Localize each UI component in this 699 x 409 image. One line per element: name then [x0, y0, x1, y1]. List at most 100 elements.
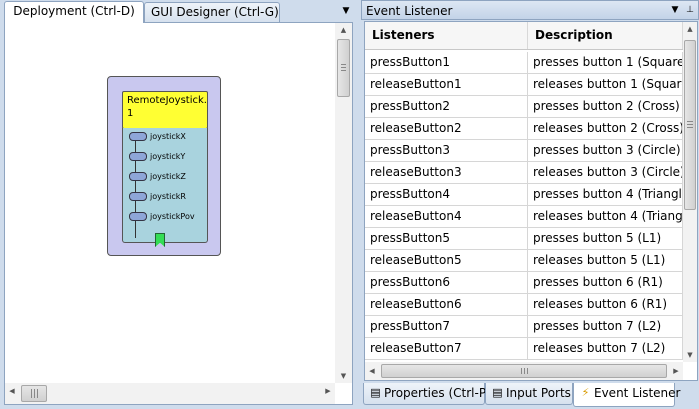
- remote-joystick-module[interactable]: RemoteJoystick. 1 joystickX joystickY jo…: [107, 76, 221, 256]
- port-label-joystickr: joystickR: [150, 192, 186, 201]
- tab-label: Properties (Ctrl-P): [384, 386, 491, 400]
- grip-icon: [341, 64, 346, 65]
- port-joysticky[interactable]: [129, 152, 147, 161]
- pin-icon[interactable]: ⊥: [684, 4, 696, 16]
- port-connector-line: [135, 134, 136, 238]
- port-joystickr[interactable]: [129, 192, 147, 201]
- listener-cell: releaseButton5: [365, 250, 528, 271]
- description-cell: releases button 1 (Square): [528, 74, 683, 95]
- description-cell: releases button 6 (R1): [528, 294, 683, 315]
- panel-title: Event Listener: [366, 4, 453, 18]
- listener-cell: pressButton3: [365, 140, 528, 161]
- scroll-right-icon[interactable]: ▶: [669, 362, 683, 380]
- column-header-description[interactable]: Description: [528, 22, 683, 49]
- properties-icon: ▤: [370, 386, 381, 399]
- listener-cell: pressButton7: [365, 316, 528, 337]
- event-trigger-port[interactable]: [155, 233, 165, 247]
- canvas-vertical-scroll-thumb[interactable]: [337, 39, 350, 97]
- tab-properties[interactable]: ▤ Properties (Ctrl-P): [363, 383, 491, 405]
- deployment-canvas[interactable]: RemoteJoystick. 1 joystickX joystickY jo…: [5, 23, 335, 383]
- tab-deployment[interactable]: Deployment (Ctrl-D): [4, 1, 144, 23]
- description-cell: presses button 4 (Triangle): [528, 184, 683, 205]
- description-cell: presses button 3 (Circle): [528, 140, 683, 161]
- grip-icon: [31, 389, 32, 398]
- table-row[interactable]: pressButton3 presses button 3 (Circle): [365, 140, 683, 162]
- document-tab-strip: Deployment (Ctrl-D) GUI Designer (Ctrl-G…: [0, 0, 357, 23]
- table-row[interactable]: releaseButton5 releases button 5 (L1): [365, 250, 683, 272]
- grip-icon: [37, 389, 38, 398]
- bottom-tab-strip: ▤ Properties (Ctrl-P) ▤ Input Ports ⚡ Ev…: [361, 383, 699, 409]
- event-listener-panel: Event Listener ▼ ⊥ Listeners Description…: [361, 0, 699, 409]
- table-vertical-scrollbar[interactable]: ▲ ▼: [683, 22, 697, 362]
- table-row[interactable]: pressButton5 presses button 5 (L1): [365, 228, 683, 250]
- tab-label: Input Ports: [506, 386, 571, 400]
- port-label-joystickpov: joystickPov: [150, 212, 195, 221]
- table-row[interactable]: releaseButton2 releases button 2 (Cross): [365, 118, 683, 140]
- table-row[interactable]: pressButton6 presses button 6 (R1): [365, 272, 683, 294]
- listener-cell: pressButton4: [365, 184, 528, 205]
- table-row[interactable]: pressButton4 presses button 4 (Triangle): [365, 184, 683, 206]
- description-cell: releases button 4 (Triangle): [528, 206, 683, 227]
- table-row[interactable]: releaseButton3 releases button 3 (Circle…: [365, 162, 683, 184]
- scroll-down-icon[interactable]: ▼: [335, 369, 352, 383]
- table-row[interactable]: pressButton1 presses button 1 (Square): [365, 52, 683, 74]
- listener-cell: pressButton6: [365, 272, 528, 293]
- event-listener-table: Listeners Description pressButton1 press…: [364, 21, 698, 381]
- grip-icon: [34, 389, 35, 398]
- grip-icon: [524, 368, 525, 374]
- canvas-vertical-scrollbar[interactable]: ▲ ▼: [335, 23, 352, 383]
- module-title: RemoteJoystick. 1: [122, 91, 208, 129]
- grip-icon: [687, 127, 693, 128]
- listener-cell: pressButton5: [365, 228, 528, 249]
- tab-event-listener[interactable]: ⚡ Event Listener: [573, 383, 680, 407]
- port-label-joysticky: joystickY: [150, 152, 186, 161]
- tab-input-ports[interactable]: ▤ Input Ports: [485, 383, 573, 405]
- scroll-up-icon[interactable]: ▲: [335, 23, 352, 37]
- table-row[interactable]: releaseButton4 releases button 4 (Triang…: [365, 206, 683, 228]
- canvas-horizontal-scroll-thumb[interactable]: [21, 385, 47, 402]
- table-row[interactable]: pressButton2 presses button 2 (Cross): [365, 96, 683, 118]
- dropdown-arrow-icon[interactable]: ▼: [669, 4, 681, 16]
- description-cell: releases button 3 (Circle): [528, 162, 683, 183]
- listener-cell: releaseButton3: [365, 162, 528, 183]
- listener-cell: pressButton1: [365, 52, 528, 73]
- table-row[interactable]: releaseButton1 releases button 1 (Square…: [365, 74, 683, 96]
- port-label-joystickz: joystickZ: [150, 172, 186, 181]
- scroll-left-icon[interactable]: ◀: [365, 362, 379, 380]
- grip-icon: [527, 368, 528, 374]
- canvas-horizontal-scrollbar[interactable]: ◀ ▶: [5, 383, 335, 404]
- scroll-up-icon[interactable]: ▲: [683, 22, 697, 36]
- description-cell: releases button 2 (Cross): [528, 118, 683, 139]
- listener-cell: pressButton2: [365, 96, 528, 117]
- description-cell: presses button 5 (L1): [528, 228, 683, 249]
- grip-icon: [687, 124, 693, 125]
- table-row[interactable]: pressButton7 presses button 7 (L2): [365, 316, 683, 338]
- tab-gui-designer[interactable]: GUI Designer (Ctrl-G): [144, 2, 280, 22]
- description-cell: presses button 1 (Square): [528, 52, 683, 73]
- port-joystickz[interactable]: [129, 172, 147, 181]
- table-horizontal-scrollbar[interactable]: ◀ ▶: [365, 362, 683, 380]
- port-label-joystickx: joystickX: [150, 132, 186, 141]
- scroll-down-icon[interactable]: ▼: [683, 348, 697, 362]
- tab-menu-dropdown-icon[interactable]: ▼: [341, 6, 351, 16]
- table-horizontal-scroll-thumb[interactable]: [381, 364, 667, 378]
- column-header-listeners[interactable]: Listeners: [365, 22, 528, 49]
- tab-label: Event Listener: [594, 386, 681, 400]
- port-joystickx[interactable]: [129, 132, 147, 141]
- description-cell: presses button 6 (R1): [528, 272, 683, 293]
- lightning-icon: ⚡: [581, 386, 590, 399]
- scroll-right-icon[interactable]: ▶: [321, 383, 335, 404]
- scroll-left-icon[interactable]: ◀: [5, 383, 19, 404]
- panel-title-bar: Event Listener ▼ ⊥: [361, 0, 699, 20]
- grip-icon: [341, 70, 346, 71]
- table-vertical-scroll-thumb[interactable]: [684, 40, 696, 210]
- listener-cell: releaseButton1: [365, 74, 528, 95]
- description-cell: presses button 2 (Cross): [528, 96, 683, 117]
- table-row[interactable]: releaseButton7 releases button 7 (L2): [365, 338, 683, 360]
- port-joystickpov[interactable]: [129, 212, 147, 221]
- grip-icon: [521, 368, 522, 374]
- deployment-pane: Deployment (Ctrl-D) GUI Designer (Ctrl-G…: [0, 0, 357, 409]
- description-cell: releases button 5 (L1): [528, 250, 683, 271]
- deployment-canvas-frame: RemoteJoystick. 1 joystickX joystickY jo…: [4, 22, 353, 405]
- table-row[interactable]: releaseButton6 releases button 6 (R1): [365, 294, 683, 316]
